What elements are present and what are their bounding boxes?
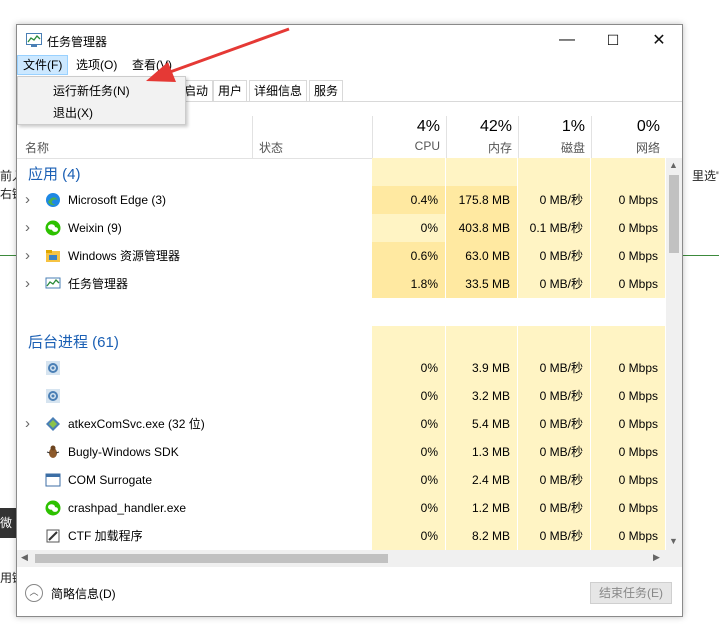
annotation-arrow	[146, 27, 290, 82]
